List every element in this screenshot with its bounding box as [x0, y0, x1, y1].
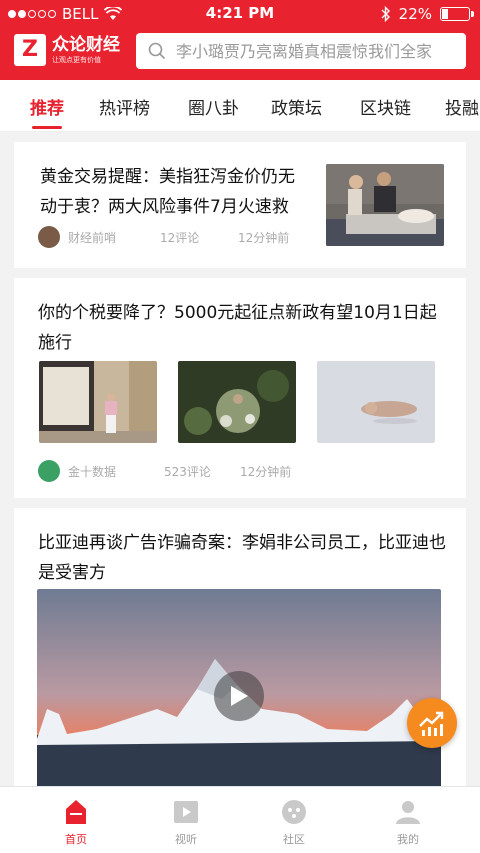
tab-community-label: 社区: [283, 833, 305, 846]
tab-hot-comments[interactable]: 热评榜: [99, 94, 150, 119]
battery-icon: [440, 7, 474, 21]
article-thumbnail: [39, 361, 157, 443]
tab-gossip[interactable]: 圈八卦: [188, 94, 239, 119]
video-icon: [174, 801, 198, 823]
article-thumbnail: [178, 361, 296, 443]
bluetooth-icon: [381, 6, 390, 22]
trend-chart-icon: [419, 711, 444, 736]
article-card[interactable]: 你的个税要降了？5000元起征点新政有望10月1日起施行 金十数据 523评论 …: [14, 278, 466, 498]
app-header: BELL 4:21 PM 22% Z 众论财经 让观点更有价值: [0, 0, 480, 80]
article-thumbnail: [326, 164, 444, 246]
comment-count: 12评论: [160, 230, 200, 245]
community-icon: [282, 800, 306, 824]
avatar: [38, 460, 60, 482]
article-card[interactable]: 比亚迪再谈广告诈骗奇案：李娟非公司员工，比亚迪也是受害方: [14, 508, 466, 798]
market-trend-button[interactable]: [407, 698, 457, 748]
search-bar[interactable]: [136, 33, 466, 69]
article-source: 金十数据: [68, 464, 117, 479]
search-input[interactable]: [176, 41, 456, 61]
profile-icon: [396, 801, 420, 824]
play-icon: [231, 686, 248, 706]
play-button[interactable]: [214, 671, 264, 721]
tab-policy[interactable]: 政策坛: [271, 94, 322, 119]
logo-mark: Z: [14, 34, 46, 66]
tab-community[interactable]: 社区: [254, 797, 334, 847]
article-title: 比亚迪再谈广告诈骗奇案：李娟非公司员工，比亚迪也是受害方: [38, 533, 446, 583]
bottom-tab-bar: 首页 视听 社区 我的: [0, 786, 480, 853]
home-icon: [66, 800, 86, 824]
tab-recommend[interactable]: 推荐: [30, 94, 64, 129]
status-bar: BELL 4:21 PM 22%: [0, 0, 480, 28]
battery-percent: 22%: [398, 5, 432, 23]
article-source: 财经前哨: [68, 230, 117, 245]
tab-home[interactable]: 首页: [36, 797, 116, 847]
comment-count: 523评论: [164, 464, 211, 479]
category-tabs: 推荐 热评榜 圈八卦 政策坛 区块链 投融: [0, 80, 480, 132]
publish-time: 12分钟前: [240, 464, 292, 479]
tab-video-label: 视听: [175, 833, 197, 846]
tab-profile-label: 我的: [397, 833, 419, 846]
tab-blockchain[interactable]: 区块链: [360, 94, 411, 119]
article-card[interactable]: 黄金交易提醒：美指狂泻金价仍无动于衷？两大风险事件7月火速救 财经前哨 12评论…: [14, 142, 466, 268]
app-slogan: 让观点更有价值: [52, 55, 101, 64]
search-icon: [148, 42, 166, 60]
article-thumbnail: [317, 361, 435, 443]
tab-video[interactable]: 视听: [146, 797, 226, 847]
publish-time: 12分钟前: [238, 230, 290, 245]
article-meta: 金十数据 523评论 12分钟前: [38, 460, 291, 482]
article-title: 你的个税要降了？5000元起征点新政有望10月1日起施行: [38, 303, 437, 353]
tab-profile[interactable]: 我的: [368, 797, 448, 847]
avatar: [38, 226, 60, 248]
tab-home-label: 首页: [65, 833, 87, 846]
app-name: 众论财经: [52, 34, 120, 55]
article-meta: 财经前哨 12评论 12分钟前: [38, 226, 289, 248]
article-title: 黄金交易提醒：美指狂泻金价仍无动于衷？两大风险事件7月火速救: [40, 167, 295, 217]
app-logo[interactable]: Z 众论财经 让观点更有价值: [14, 34, 120, 66]
tab-investment[interactable]: 投融: [445, 94, 479, 119]
